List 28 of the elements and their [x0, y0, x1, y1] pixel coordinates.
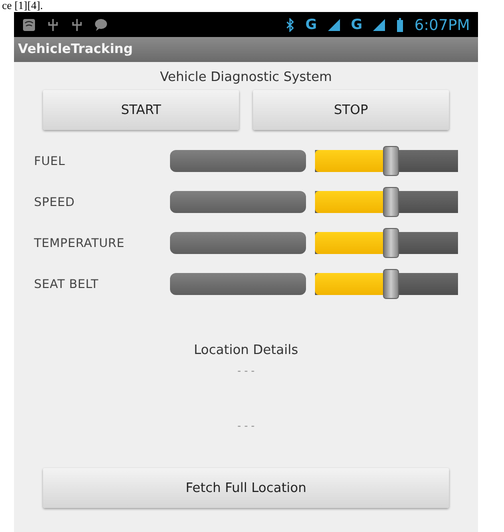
chat-bubble-icon: [94, 18, 108, 32]
sensor-label: SPEED: [34, 195, 76, 209]
app-title: VehicleTracking: [18, 42, 133, 57]
network-type-label: G: [305, 16, 317, 32]
section-heading: Vehicle Diagnostic System: [160, 70, 332, 87]
usb-icon: [70, 18, 84, 32]
wifi-icon: [22, 18, 36, 32]
sensor-label: FUEL: [34, 154, 66, 168]
sensor-label: TEMPERATURE: [34, 236, 126, 250]
location-title: Location Details: [194, 343, 298, 358]
clock-time: 6:07PM: [414, 16, 470, 34]
slider-thumb[interactable]: [382, 269, 399, 299]
slider-thumb[interactable]: [382, 187, 399, 217]
signal-icon: [326, 18, 341, 32]
stop-button[interactable]: STOP: [253, 90, 449, 130]
slider-thumb[interactable]: [382, 146, 399, 176]
caption-text: ce [1][4].: [1, 0, 43, 12]
signal-icon: [372, 18, 386, 32]
network-type-label: G: [350, 16, 362, 32]
bluetooth-icon: [285, 18, 296, 32]
usb-icon: [46, 18, 60, 32]
location-value: - - -: [237, 366, 255, 377]
sensor-label: SEAT BELT: [34, 277, 100, 291]
fetch-location-button[interactable]: Fetch Full Location: [43, 468, 449, 508]
slider-thumb[interactable]: [382, 228, 399, 258]
battery-icon: [396, 18, 404, 32]
location-value: - - -: [237, 421, 255, 432]
start-button[interactable]: START: [43, 90, 239, 130]
